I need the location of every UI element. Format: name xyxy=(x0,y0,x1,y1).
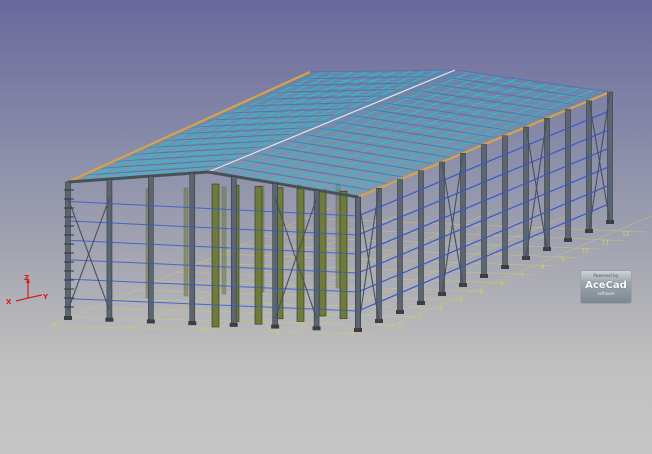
gable-column xyxy=(313,189,320,329)
column-base-plate xyxy=(564,238,572,242)
grid-label-front: 2 xyxy=(201,327,205,334)
grid-label-side: 6 xyxy=(500,281,504,288)
column-base-plate xyxy=(501,265,509,269)
grid-label-side: 7 xyxy=(520,272,524,279)
x-axis-line xyxy=(15,297,29,302)
gable-column xyxy=(355,196,361,331)
grid-label-side: 10 xyxy=(581,248,589,255)
grid-label-side: 5 xyxy=(479,289,483,296)
grid-label-front: 1 xyxy=(127,324,131,331)
grid-label-side: 2 xyxy=(418,314,422,321)
logo-top-text: Powered by xyxy=(593,273,619,278)
grid-label-side: 9 xyxy=(561,256,565,263)
interior-column xyxy=(183,187,189,297)
grid-label-side: 1 xyxy=(398,322,402,329)
frame-column xyxy=(318,189,327,317)
grid-label-side: 3 xyxy=(439,305,443,312)
column-base-plate xyxy=(312,326,321,331)
side-x-brace xyxy=(588,91,611,232)
frame-column xyxy=(296,188,305,322)
grid-label-side: 4 xyxy=(459,297,463,304)
grid-label-front: 3 xyxy=(276,329,280,336)
y-axis-line xyxy=(27,294,43,299)
logo-name-text: AceCad xyxy=(585,280,627,291)
ground-grid xyxy=(49,207,652,335)
gable-column xyxy=(230,176,237,326)
gable-column xyxy=(106,178,113,320)
frame-column xyxy=(211,183,220,328)
column-base-plate xyxy=(480,274,488,278)
logo-sub-text: software xyxy=(597,291,615,296)
axis-triad: Z X Y xyxy=(6,274,49,306)
grid-label-front: 4 xyxy=(350,331,354,338)
column-base-plate xyxy=(271,324,280,329)
gable-column xyxy=(148,175,154,322)
frame-column xyxy=(254,186,263,325)
y-axis-label: Y xyxy=(42,293,49,301)
column-base-plate xyxy=(396,310,404,314)
interior-column xyxy=(221,186,227,295)
column-base-plate xyxy=(188,321,197,326)
x-axis-label: X xyxy=(6,298,12,306)
frame-column xyxy=(339,190,348,319)
3d-model-viewport[interactable]: 0 1 2 3 4 1 2 3 4 5 6 7 8 9 10 11 12 Z X Y Powered by Ac… xyxy=(0,0,652,454)
grid-label-side: 11 xyxy=(602,239,610,246)
column-base-plate xyxy=(354,328,362,332)
front-gable-framing xyxy=(64,170,362,332)
gable-column xyxy=(189,172,196,324)
column-base-plate xyxy=(417,301,425,305)
z-axis-label: Z xyxy=(24,274,29,282)
grid-label-side: 8 xyxy=(541,264,545,271)
column-base-plate xyxy=(146,319,155,324)
column-base-plate xyxy=(229,322,238,327)
acecad-logo-badge: Powered by AceCad software xyxy=(580,270,632,304)
grid-label-side: 12 xyxy=(622,231,630,238)
steel-structure-scene[interactable]: 0 1 2 3 4123456789101112 Z X Y xyxy=(0,0,652,454)
column-base-plate xyxy=(105,317,114,322)
grid-label-front: 0 xyxy=(52,322,56,329)
column-base-plate xyxy=(64,316,72,320)
